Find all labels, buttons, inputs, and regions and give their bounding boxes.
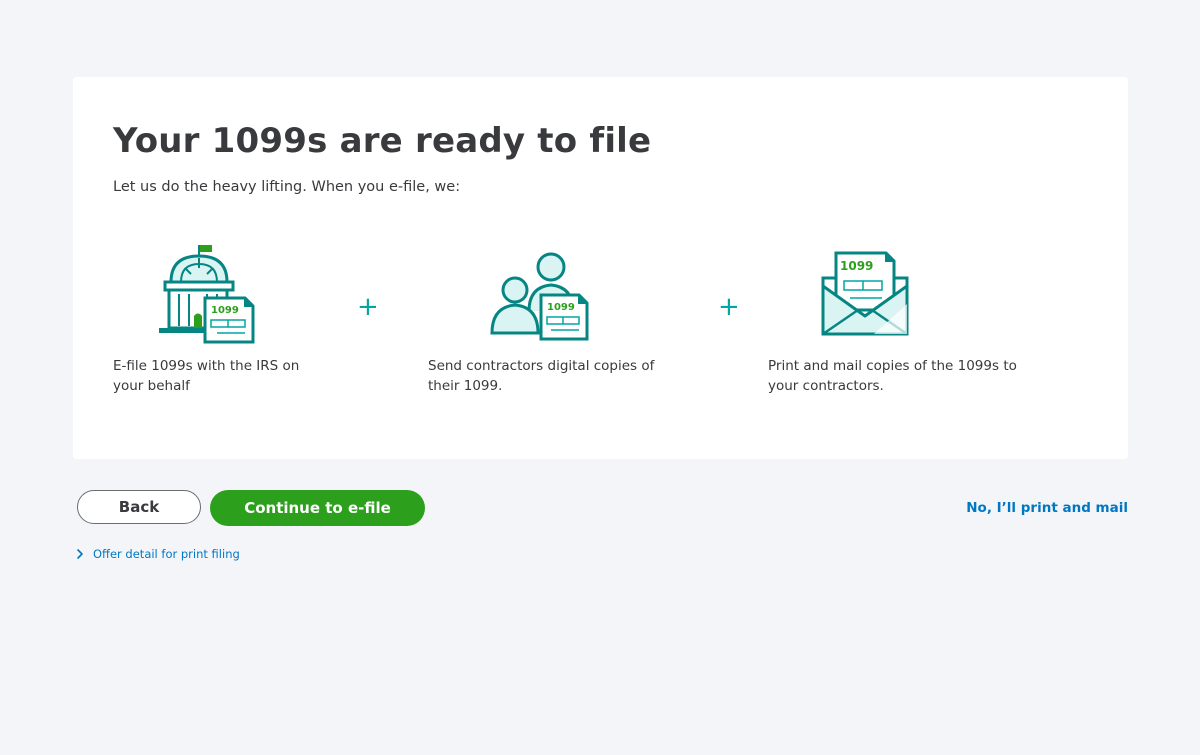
offer-detail-toggle[interactable]: Offer detail for print filing	[75, 547, 240, 561]
page-subtitle: Let us do the heavy lifting. When you e-…	[113, 179, 461, 195]
print-and-mail-link[interactable]: No, I’ll print and mail	[966, 500, 1128, 516]
irs-building-icon: 1099	[159, 245, 255, 344]
benefit-text-irs: E-file 1099s with the IRS on your behalf	[113, 358, 300, 394]
offer-detail-label: Offer detail for print filing	[93, 547, 240, 561]
page-title: Your 1099s are ready to file	[113, 121, 652, 161]
chevron-right-icon	[77, 549, 83, 559]
plus-icon: +	[357, 292, 379, 322]
doc-label: 1099	[211, 305, 239, 316]
benefit-text-mail: Print and mail copies of the 1099s to yo…	[768, 358, 1017, 394]
benefit-text-contractors: Send contractors digital copies of their…	[428, 358, 655, 394]
plus-icon: +	[718, 292, 740, 322]
doc-label: 1099	[547, 302, 575, 313]
content-card: Your 1099s are ready to file Let us do t…	[73, 77, 1128, 459]
envelope-icon: 1099	[821, 251, 909, 336]
continue-to-efile-button[interactable]: Continue to e-file	[210, 490, 425, 526]
back-button[interactable]: Back	[77, 490, 201, 524]
contractors-icon: 1099	[490, 252, 589, 341]
doc-label: 1099	[840, 259, 873, 273]
